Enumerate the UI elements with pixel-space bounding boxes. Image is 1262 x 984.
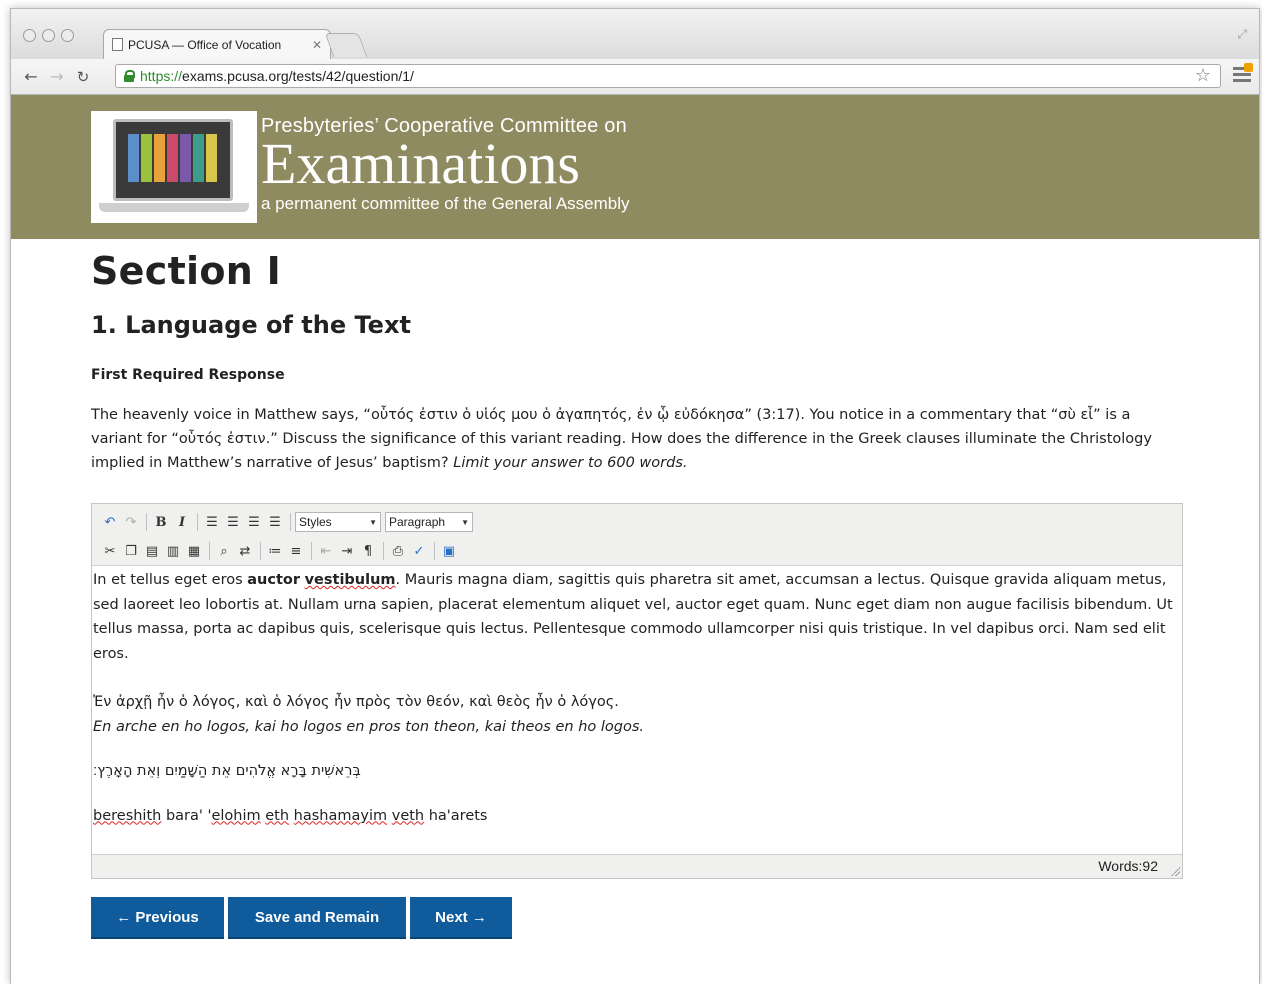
chevron-down-icon: ▼ <box>461 517 469 527</box>
word-count: Words:92 <box>1098 858 1158 874</box>
paste-icon[interactable]: ▤ <box>142 541 162 561</box>
plain-text: ha'arets <box>424 807 488 824</box>
redo-icon[interactable]: ↷ <box>121 512 141 532</box>
editor-status-bar: Words:92 <box>92 854 1182 878</box>
bookmark-star-icon[interactable]: ☆ <box>1195 65 1211 86</box>
bullet-list-icon[interactable]: ≔ <box>265 541 285 561</box>
page-icon <box>112 38 123 51</box>
tab-title: PCUSA — Office of Vocation <box>128 37 282 52</box>
hebrew-line: בְּרֵאשִׁית בָּרָא אֱלֹהִים אֵת הַשָּׁמַ… <box>93 763 361 779</box>
format-select-value: Paragraph <box>389 515 446 529</box>
fullscreen-icon[interactable]: ⤢ <box>1237 27 1247 42</box>
paste-text-icon[interactable]: ▥ <box>163 541 183 561</box>
new-tab-button[interactable] <box>324 33 368 57</box>
browser-menu-icon[interactable] <box>1233 63 1253 83</box>
section-heading: Section I <box>91 249 282 293</box>
misspelled-word: elohim <box>211 807 261 824</box>
title-bar: PCUSA — Office of Vocation ✕ ⤢ <box>11 9 1259 59</box>
window-controls <box>23 29 74 42</box>
required-response-label: First Required Response <box>91 367 285 383</box>
paste-word-icon[interactable]: ▦ <box>184 541 204 561</box>
greek-transliteration: En arche en ho logos, kai ho logos en pr… <box>93 718 644 735</box>
tab-close-icon[interactable]: ✕ <box>312 38 322 52</box>
banner-tagline: a permanent committee of the General Ass… <box>261 194 630 213</box>
styles-select[interactable]: Styles ▼ <box>295 512 381 532</box>
banner-title: Examinations <box>261 131 580 196</box>
laptop-logo-icon <box>91 111 257 223</box>
reload-icon[interactable]: ↻ <box>73 68 93 86</box>
url-text: https://exams.pcusa.org/tests/42/questio… <box>140 68 414 84</box>
misspelled-word: veth <box>391 807 425 824</box>
url-path: exams.pcusa.org/tests/42/question/1/ <box>182 68 414 84</box>
align-left-icon[interactable]: ☰ <box>202 512 222 532</box>
question-heading: 1. Language of the Text <box>91 311 411 339</box>
browser-window: PCUSA — Office of Vocation ✕ ⤢ ← → ↻ htt… <box>10 8 1260 984</box>
question-prompt: The heavenly voice in Matthew says, “οὗτ… <box>91 403 1181 475</box>
misspelled-word: eth <box>265 807 290 824</box>
spellcheck-icon[interactable]: ✓ <box>409 541 429 561</box>
editor-toolbar: ↶ ↷ B I ☰ ☰ ☰ ☰ Styles ▼ Paragraph ▼ ✂ ❐ ▤… <box>92 504 1182 566</box>
close-window-icon[interactable] <box>23 29 36 42</box>
address-bar[interactable]: https://exams.pcusa.org/tests/42/questio… <box>115 64 1221 88</box>
print-icon[interactable]: ⎙ <box>388 541 408 561</box>
zoom-window-icon[interactable] <box>61 29 74 42</box>
paragraph-text: In et tellus eget eros <box>93 572 248 588</box>
navigation-buttons: ← Previous Save and Remain Next → <box>91 897 512 939</box>
previous-button[interactable]: ← Previous <box>91 897 224 939</box>
cut-icon[interactable]: ✂ <box>100 541 120 561</box>
replace-icon[interactable]: ⇄ <box>235 541 255 561</box>
forward-arrow-icon[interactable]: → <box>47 67 67 86</box>
align-center-icon[interactable]: ☰ <box>223 512 243 532</box>
numbered-list-icon[interactable]: ≡ <box>286 541 306 561</box>
indent-icon[interactable]: ⇥ <box>337 541 357 561</box>
save-and-remain-button[interactable]: Save and Remain <box>228 897 406 939</box>
fullscreen-editor-icon[interactable]: ▣ <box>439 541 459 561</box>
misspelled-word: bereshith <box>93 807 162 824</box>
bold-text: auctor <box>247 572 300 588</box>
editor-text-area[interactable]: In et tellus eget eros auctor vestibulum… <box>92 566 1182 854</box>
answer-paragraph: In et tellus eget eros auctor vestibulum… <box>93 568 1181 666</box>
hebrew-transliteration: bereshith bara' 'elohim eth hashamayim v… <box>93 804 1181 829</box>
misspelled-word: hashamayim <box>293 807 388 824</box>
site-banner: Presbyteries’ Cooperative Committee on E… <box>11 95 1259 239</box>
browser-toolbar: ← → ↻ https://exams.pcusa.org/tests/42/q… <box>11 59 1259 95</box>
outdent-icon[interactable]: ⇤ <box>316 541 336 561</box>
align-justify-icon[interactable]: ☰ <box>265 512 285 532</box>
format-select[interactable]: Paragraph ▼ <box>385 512 473 532</box>
main-content: Section I 1. Language of the Text First … <box>91 249 1181 475</box>
banner-text: Presbyteries’ Cooperative Committee on E… <box>261 115 630 214</box>
resize-grip-icon[interactable] <box>1170 866 1180 876</box>
minimize-window-icon[interactable] <box>42 29 55 42</box>
lock-icon <box>124 70 135 82</box>
greek-line: Ἐν ἀρχῇ ἦν ὁ λόγος, καὶ ὁ λόγος ἦν πρὸς … <box>93 694 619 710</box>
align-right-icon[interactable]: ☰ <box>244 512 264 532</box>
undo-icon[interactable]: ↶ <box>100 512 120 532</box>
copy-icon[interactable]: ❐ <box>121 541 141 561</box>
url-scheme: https:// <box>140 68 183 84</box>
styles-select-value: Styles <box>299 515 332 529</box>
browser-tab[interactable]: PCUSA — Office of Vocation ✕ <box>103 29 331 59</box>
bold-misspelled-text: vestibulum <box>304 572 396 588</box>
italic-icon[interactable]: I <box>172 512 192 532</box>
next-button[interactable]: Next → <box>410 897 512 939</box>
bold-icon[interactable]: B <box>151 512 171 532</box>
paragraph-mark-icon[interactable]: ¶ <box>358 541 378 561</box>
rich-text-editor: ↶ ↷ B I ☰ ☰ ☰ ☰ Styles ▼ Paragraph ▼ ✂ ❐ ▤… <box>91 503 1183 879</box>
plain-text: bara' ' <box>161 807 212 824</box>
back-arrow-icon[interactable]: ← <box>21 67 41 86</box>
find-icon[interactable]: ⌕ <box>214 541 234 561</box>
prompt-word-limit: Limit your answer to 600 words. <box>453 455 688 471</box>
chevron-down-icon: ▼ <box>369 517 377 527</box>
